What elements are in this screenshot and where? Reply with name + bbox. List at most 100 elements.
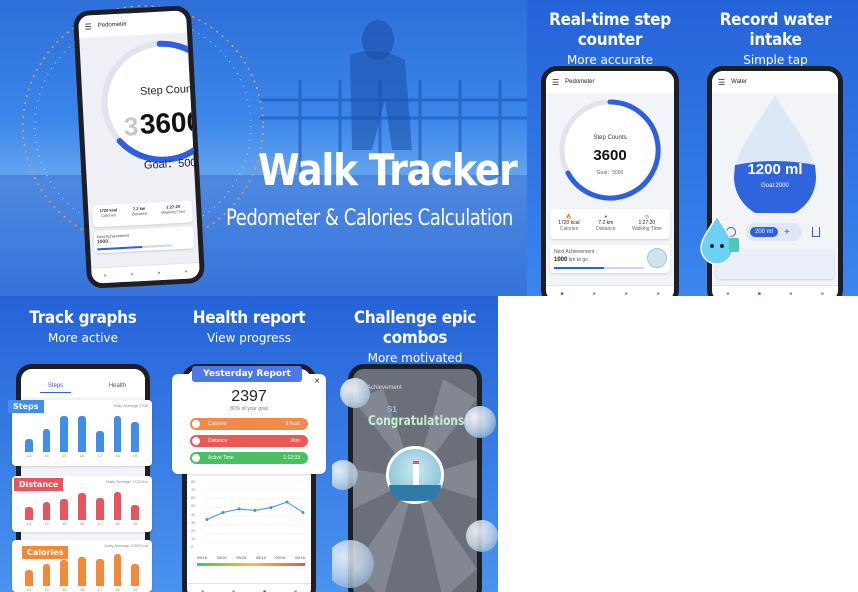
line-point (285, 500, 289, 504)
steps-bar (113, 415, 122, 452)
step-counter-caption: Real-time step counter More accurate (527, 10, 693, 67)
water-add-button[interactable]: 200 ml + (746, 223, 802, 241)
axis-label: 70 (191, 487, 196, 493)
step-ring-label: Step Counts (593, 135, 627, 141)
menu-icon[interactable]: ☰ (552, 78, 559, 87)
steps-bars: 13 14 15 16 17 18 19 (20, 414, 144, 458)
menu-icon[interactable]: ☰ (718, 78, 725, 87)
step-counter-phone: ☰ Pedometer Step Counts 3600 Goal：5000 🔥 1… (541, 66, 679, 296)
line-point (221, 511, 225, 514)
lighthouse-medal-icon (386, 446, 444, 504)
nav-icon[interactable]: ■ (789, 291, 792, 297)
date-label[interactable]: 05/16 (217, 555, 227, 560)
step-counter-title: Real-time step counter (549, 10, 671, 50)
nav-icon[interactable]: ■ (624, 291, 627, 297)
date-label[interactable]: 05/16 (256, 555, 266, 560)
report-row: Calories 97kcal (190, 418, 308, 430)
nav-icon[interactable]: ■ (656, 291, 659, 297)
nav-icon[interactable]: ■ (821, 291, 824, 297)
report-row-value: 1:12:33 (283, 455, 300, 461)
calories-day-label: 17 (97, 587, 102, 592)
steps-day-label: 18 (115, 453, 120, 458)
report-panel: Health report View progress 80 70 60 50 40 30 2… (166, 296, 332, 592)
date-label[interactable]: 05/16 (295, 555, 305, 560)
distance-bar (131, 505, 140, 520)
distance-day-label: 15 (62, 521, 67, 526)
calories-day-label: 14 (44, 587, 49, 592)
line-point (237, 507, 241, 511)
nav-icon[interactable]: ■ (758, 291, 761, 297)
bubble-icon (464, 406, 496, 438)
cup-icon[interactable] (812, 227, 820, 237)
date-label[interactable]: 05/16 (236, 555, 246, 560)
report-row-label: Active Time (208, 455, 234, 461)
calories-day-label: 15 (62, 587, 67, 592)
steps-bar (24, 438, 33, 452)
combo-title: Challenge epic combos (353, 308, 477, 348)
hero-goal: Goal：5000 (143, 156, 203, 172)
steps-bar (78, 415, 86, 452)
steps-daily-average: Daily Average 1700 (113, 403, 148, 408)
nav-icon[interactable]: ● (130, 271, 133, 277)
calories-daily-average: Daily Average 1720 Kcal (104, 543, 148, 548)
calories-ribbon: Calories (22, 546, 69, 559)
nav-icon[interactable]: ■ (201, 589, 204, 592)
calories-bar (24, 570, 33, 586)
report-ribbon: Yesterday Report (192, 366, 302, 382)
axis-label: 50 (191, 503, 196, 509)
report-steps: 2397 (231, 388, 267, 405)
nav-icon[interactable]: ■ (232, 589, 235, 592)
water-bottom-nav: ■ ■ ■ ■ (712, 285, 838, 296)
axis-label: 20 (191, 527, 196, 533)
close-icon[interactable]: × (314, 376, 320, 387)
nav-icon[interactable]: ■ (560, 291, 563, 297)
hero-bottom-nav: ● ● ● ● (91, 262, 200, 284)
distance-day-label: 19 (132, 521, 138, 526)
distance-daily-average: Daily Average 1720 Km (106, 479, 148, 484)
distance-bar (113, 491, 122, 520)
water-mascot-icon (700, 214, 739, 265)
nav-icon[interactable]: ● (157, 270, 160, 276)
nav-icon[interactable]: ■ (263, 589, 266, 592)
date-label[interactable]: 05/16 (275, 555, 285, 560)
nav-icon[interactable]: ■ (592, 291, 595, 297)
calories-day-label: 19 (132, 587, 138, 592)
line-point (269, 506, 273, 510)
line-point (253, 508, 257, 512)
steps-day-label: 14 (44, 453, 49, 458)
step-achievement[interactable]: Next Achievement : 1000 km to go (550, 245, 670, 273)
distance-day-label: 14 (44, 521, 49, 526)
axis-label: 30 (191, 519, 196, 525)
step-achievement-progress (554, 267, 644, 269)
hero-achievement[interactable]: Next Achievement 1000 (93, 226, 195, 254)
graphs-subtitle: More active (47, 331, 119, 345)
calories-bars: 13 14 15 16 17 18 19 (20, 554, 144, 592)
nav-icon[interactable]: ■ (294, 589, 297, 592)
lighthouse-tower (413, 461, 419, 485)
graphs-panel: Track graphs More active Steps Health Dai… (0, 296, 166, 592)
step-counter-panel: Real-time step counter More accurate ☰ Ped… (527, 0, 693, 296)
tab-health[interactable]: Health (109, 383, 126, 397)
steps-bar (131, 421, 140, 452)
combo-caption: Challenge epic combos More motivated (332, 308, 498, 365)
nav-icon[interactable]: ● (104, 272, 107, 278)
nav-icon[interactable]: ● (184, 268, 187, 274)
water-title: Record water intake (719, 10, 832, 50)
calories-bar (131, 563, 140, 586)
tab-steps[interactable]: Steps (39, 383, 72, 393)
report-line-chart (203, 481, 307, 543)
water-subtitle: Simple tap (743, 53, 808, 67)
plus-icon: + (784, 226, 790, 238)
water-drop (734, 95, 816, 213)
date-label[interactable]: 05/16 (197, 555, 207, 560)
steps-day-label: 19 (132, 453, 138, 458)
nav-icon[interactable]: ■ (726, 291, 729, 297)
step-stat-time: ◷ 1:27:20 Walking Time (631, 214, 662, 232)
graphs-tabs: Steps Health (21, 369, 145, 397)
water-amount-chip: 200 ml (750, 227, 779, 237)
calories-bar (60, 560, 69, 586)
step-counter-subtitle: More accurate (566, 53, 654, 67)
report-bottom-nav: ■ ■ ■ ■ (187, 583, 311, 592)
menu-icon[interactable]: ☰ (84, 22, 92, 31)
lighthouse-sea (389, 485, 441, 501)
